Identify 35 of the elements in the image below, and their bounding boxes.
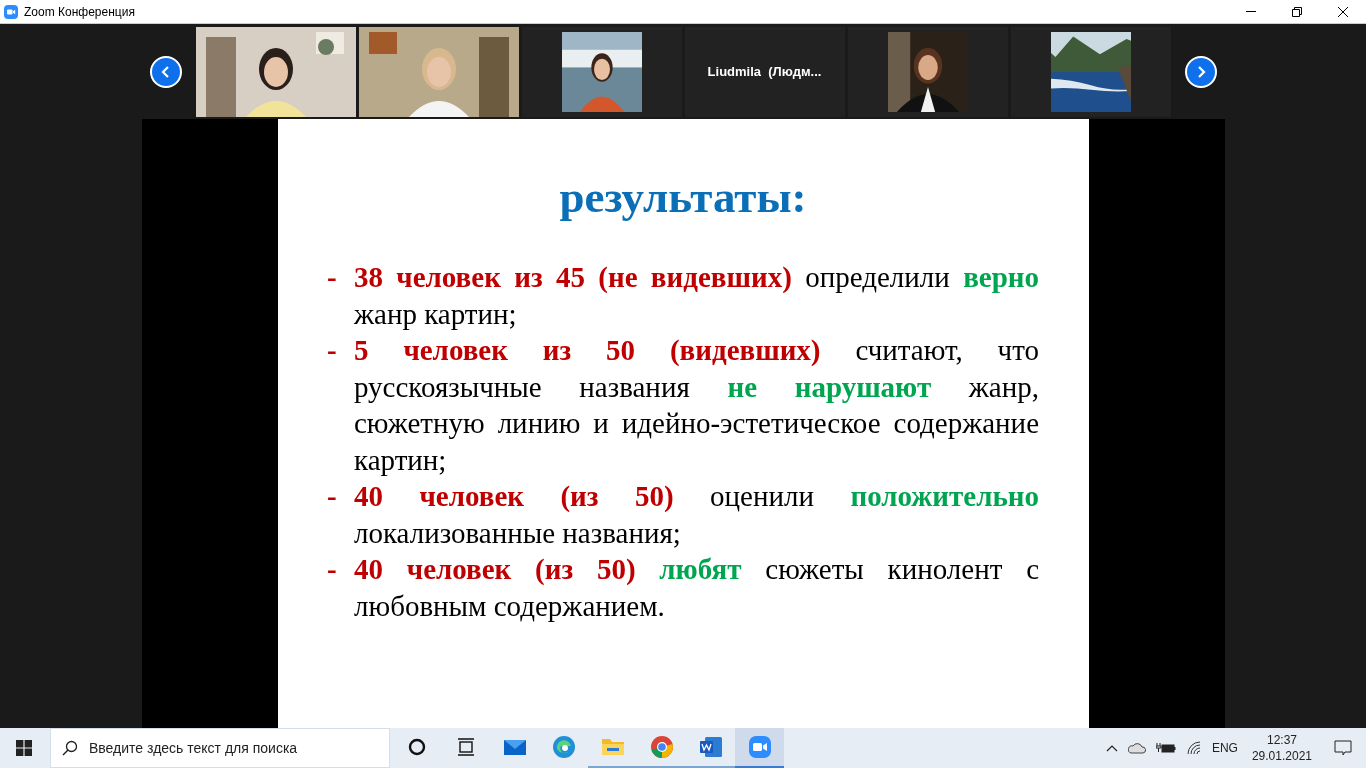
windows-logo-icon (16, 740, 32, 756)
minimize-icon (1246, 11, 1256, 12)
video-tile[interactable] (847, 26, 1008, 117)
video-tile[interactable]: Liudmila (Людм... (684, 26, 845, 117)
chevron-up-icon[interactable] (1105, 743, 1118, 753)
bullet-text: 5 человек из 50 (видевших) считают, что русскоязычные названия не нарушают жанр, сюжетную линию и идейно-эстетическое содержание картин; (354, 333, 1039, 478)
close-icon (1337, 5, 1349, 18)
bullet-text: 40 человек (из 50) оценили положительно локализованные названия; (354, 479, 1039, 551)
previous-page-button[interactable] (149, 55, 182, 88)
language-indicator[interactable]: ENG (1211, 741, 1238, 755)
bullet-text: 40 человек (из 50) любят сюжеты кинолент с любовным содержанием. (354, 552, 1039, 624)
word-icon (698, 735, 723, 759)
cloud-icon[interactable] (1127, 742, 1146, 754)
clock[interactable]: 12:37 29.01.2021 (1251, 732, 1312, 764)
slide-title: результаты: (559, 171, 807, 223)
bullet-marker: - (327, 552, 338, 587)
chrome-icon (649, 735, 674, 759)
window-title: Zoom Конференция (24, 4, 136, 19)
notifications-icon[interactable] (1334, 740, 1352, 756)
video-tile[interactable] (521, 26, 682, 117)
zoom-logo-icon (4, 4, 18, 19)
edge-icon (551, 735, 576, 759)
bullet-marker: - (327, 333, 338, 368)
search-icon (62, 740, 78, 756)
video-tile[interactable] (1010, 26, 1171, 117)
battery-icon[interactable] (1155, 742, 1176, 754)
participant-name: Liudmila (Людм... (707, 64, 822, 79)
next-page-button[interactable] (1184, 55, 1217, 88)
restore-icon (1291, 5, 1303, 18)
wifi-icon[interactable] (1185, 741, 1202, 755)
video-camera-icon (747, 735, 772, 759)
bullet-marker: - (327, 260, 338, 295)
search-field[interactable]: Введите здесь текст для поиска (50, 728, 390, 768)
bullet-text: 38 человек из 45 (не видевших) определили верно жанр картин; (354, 260, 1039, 332)
bullet-marker: - (327, 479, 338, 514)
